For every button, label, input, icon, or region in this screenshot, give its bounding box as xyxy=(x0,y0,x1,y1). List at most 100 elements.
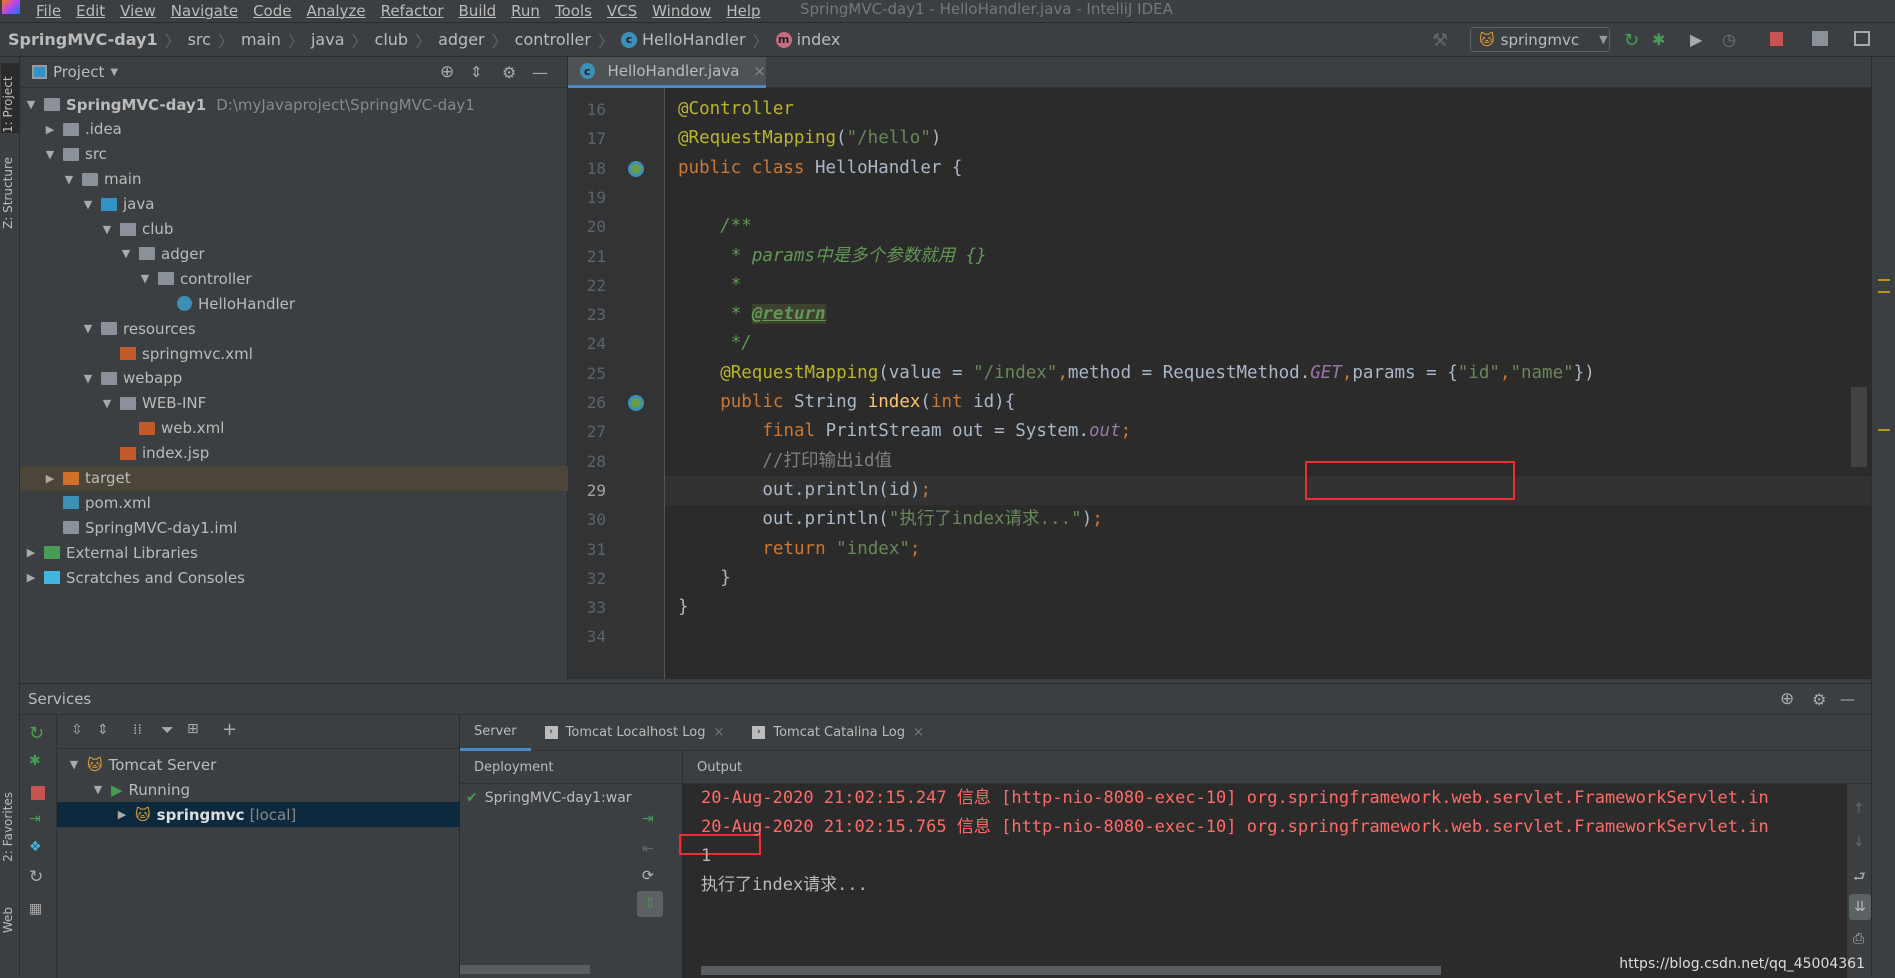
scroll-to-end-icon[interactable]: ⇊ xyxy=(1849,894,1871,920)
tree-item[interactable]: ▼ SpringMVC-day1 D:\myJavaproject\SpringMV… xyxy=(20,92,568,117)
tree-item[interactable]: ▶ External Libraries xyxy=(20,540,568,565)
locate-icon[interactable]: ⊕ xyxy=(1780,689,1794,709)
tree-item[interactable]: web.xml xyxy=(20,416,568,441)
menu-build[interactable]: Build xyxy=(459,2,497,20)
service-tab[interactable]: Server xyxy=(460,715,531,751)
menu-edit[interactable]: Edit xyxy=(76,2,105,20)
soft-wrap-icon[interactable]: ⮐ xyxy=(1853,866,1866,890)
breadcrumb-item[interactable]: 〉 club xyxy=(345,28,409,52)
tree-item[interactable]: ▼ club xyxy=(20,217,568,242)
service-item[interactable]: ▼ ▶ Running xyxy=(57,777,460,802)
deployment-item[interactable]: ✔ SpringMVC-day1:war e xyxy=(460,784,636,812)
collapse-all-icon[interactable]: ⇕ xyxy=(97,722,109,738)
breadcrumb-item[interactable]: 〉 src xyxy=(158,28,211,52)
collapsed-arrow-icon[interactable]: ▶ xyxy=(24,571,38,584)
horizontal-scrollbar[interactable] xyxy=(460,965,590,974)
collapsed-arrow-icon[interactable]: ▶ xyxy=(43,472,57,485)
undeploy-icon[interactable]: ⇤ xyxy=(642,841,654,857)
tree-item[interactable]: ▼ resources xyxy=(20,316,568,341)
refresh-icon[interactable]: ⟳ xyxy=(642,868,654,884)
rerun-icon[interactable]: ↻ xyxy=(29,723,47,744)
spring-bean-icon[interactable] xyxy=(628,160,644,177)
group-by-icon[interactable]: ⁞⁞ xyxy=(133,722,142,738)
editor-scrollbar[interactable] xyxy=(1851,387,1867,467)
collapsed-arrow-icon[interactable]: ▶ xyxy=(43,123,57,136)
debug-bug-icon[interactable]: ✱ xyxy=(1652,30,1670,49)
breadcrumb-item[interactable]: 〉 m index xyxy=(746,28,841,52)
minimize-icon[interactable]: — xyxy=(532,63,548,82)
tree-item[interactable]: pom.xml xyxy=(20,490,568,515)
tree-item[interactable]: ▼ main xyxy=(20,167,568,192)
expanded-arrow-icon[interactable]: ▼ xyxy=(91,783,105,796)
artifact-icon[interactable]: ❖ xyxy=(29,839,47,857)
warning-marker[interactable] xyxy=(1878,429,1890,431)
chevron-down-icon[interactable]: ▼ xyxy=(110,67,118,78)
project-structure-icon[interactable] xyxy=(1812,31,1828,46)
breadcrumb-item[interactable]: 〉 controller xyxy=(485,28,591,52)
code-editor[interactable]: c HelloHandler.java × 16 17 18 19 20 21 22 23 24… xyxy=(568,57,1871,679)
menu-tools[interactable]: Tools xyxy=(555,2,592,20)
service-tab[interactable]: › Tomcat Catalina Log × xyxy=(738,715,938,751)
menu-view[interactable]: View xyxy=(120,2,156,20)
tree-item[interactable]: index.jsp xyxy=(20,441,568,466)
service-tab[interactable]: › Tomcat Localhost Log × xyxy=(531,715,739,751)
breadcrumb-item[interactable]: 〉 adger xyxy=(408,28,485,52)
tree-item[interactable]: ▼ webapp xyxy=(20,366,568,391)
deploy-icon[interactable]: ⇥ xyxy=(642,811,654,827)
close-icon[interactable]: × xyxy=(913,725,924,740)
breadcrumb-item[interactable]: 〉 java xyxy=(281,28,345,52)
tree-item[interactable]: ▼ src xyxy=(20,142,568,167)
service-item[interactable]: ▼ 🐱 Tomcat Server xyxy=(57,752,460,777)
gear-icon[interactable]: ⚙ xyxy=(502,63,516,82)
web-tool-tab[interactable]: Web xyxy=(1,907,15,933)
tree-item[interactable]: ▶ .idea xyxy=(20,117,568,142)
expand-all-icon[interactable]: ⇳ xyxy=(71,722,83,738)
collapse-all-icon[interactable]: ⇕ xyxy=(470,63,483,81)
expanded-arrow-icon[interactable]: ▼ xyxy=(100,397,114,410)
tree-item[interactable]: ▶ Scratches and Consoles xyxy=(20,565,568,590)
expanded-arrow-icon[interactable]: ▼ xyxy=(67,758,81,771)
menu-refactor[interactable]: Refactor xyxy=(381,2,444,20)
spring-mapping-icon[interactable] xyxy=(628,395,644,411)
filter-icon[interactable]: ⏷ xyxy=(161,720,174,740)
terminal-icon[interactable] xyxy=(1854,31,1870,46)
expanded-arrow-icon[interactable]: ▼ xyxy=(62,173,76,186)
menu-navigate[interactable]: Navigate xyxy=(171,2,238,20)
tree-item[interactable]: HelloHandler xyxy=(20,291,568,316)
tree-item[interactable]: ▼ WEB-INF xyxy=(20,391,568,416)
breadcrumb-item[interactable]: SpringMVC-day1 xyxy=(8,30,158,49)
run-configuration-select[interactable]: 🐱 springmvc ▼ xyxy=(1470,27,1610,52)
expanded-arrow-icon[interactable]: ▼ xyxy=(119,247,133,260)
scroll-down-icon[interactable]: ↓ xyxy=(1853,834,1865,850)
build-hammer-icon[interactable]: ⚒ xyxy=(1432,30,1450,51)
expanded-arrow-icon[interactable]: ▼ xyxy=(138,272,152,285)
minimize-icon[interactable]: — xyxy=(1840,690,1855,708)
favorites-tool-tab[interactable]: 2: Favorites xyxy=(1,792,15,862)
collapsed-arrow-icon[interactable]: ▶ xyxy=(115,808,129,821)
menu-run[interactable]: Run xyxy=(511,2,540,20)
menu-window[interactable]: Window xyxy=(652,2,711,20)
locate-icon[interactable]: ⊕ xyxy=(440,62,454,82)
refresh-icon[interactable]: ↻ xyxy=(29,867,47,887)
debug-bug-icon[interactable]: ✱ xyxy=(29,753,47,771)
rerun-icon[interactable]: ↻ xyxy=(1624,30,1642,51)
expanded-arrow-icon[interactable]: ▼ xyxy=(81,198,95,211)
editor-tab-hellohandler[interactable]: c HelloHandler.java × xyxy=(568,57,766,88)
close-icon[interactable]: × xyxy=(753,62,766,80)
breadcrumb-item[interactable]: 〉 c HelloHandler xyxy=(591,28,746,52)
tree-item[interactable]: SpringMVC-day1.iml xyxy=(20,515,568,540)
scroll-up-icon[interactable]: ↑ xyxy=(1853,801,1865,817)
layout-icon[interactable]: ▦ xyxy=(29,901,47,919)
service-item[interactable]: ▶ 🐱 springmvc [local] xyxy=(57,802,460,827)
expanded-arrow-icon[interactable]: ▼ xyxy=(100,223,114,236)
profile-icon[interactable]: ◷ xyxy=(1722,30,1740,49)
tree-item[interactable]: ▼ java xyxy=(20,192,568,217)
tree-item[interactable]: ▼ controller xyxy=(20,266,568,291)
expanded-arrow-icon[interactable]: ▼ xyxy=(81,322,95,335)
breadcrumb-item[interactable]: 〉 main xyxy=(211,28,281,52)
deploy-icon[interactable]: ⇥ xyxy=(29,811,47,829)
coverage-icon[interactable]: ▶ xyxy=(1690,30,1708,49)
close-icon[interactable]: × xyxy=(713,725,724,740)
horizontal-scrollbar[interactable] xyxy=(701,966,1441,975)
project-view-select[interactable]: Project xyxy=(53,63,104,81)
